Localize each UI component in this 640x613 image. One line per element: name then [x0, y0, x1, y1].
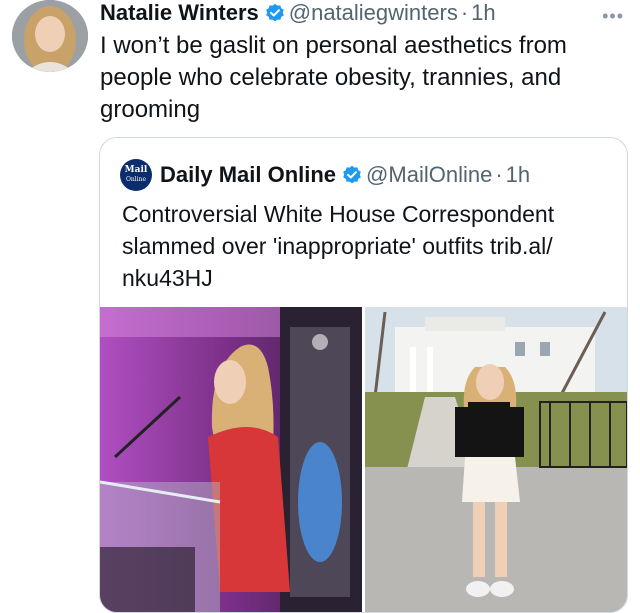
- tweet-time[interactable]: 1h: [471, 0, 495, 26]
- dot-separator: ·: [495, 162, 503, 187]
- podium-photo[interactable]: [100, 307, 362, 612]
- author-name[interactable]: Natalie Winters: [100, 0, 259, 26]
- verified-badge-icon: [265, 3, 285, 23]
- media-grid: [100, 307, 627, 612]
- author-handle[interactable]: @nataliegwinters: [289, 0, 458, 26]
- more-options-icon[interactable]: •••: [602, 6, 624, 27]
- quoted-tweet-time: 1h: [505, 162, 531, 187]
- quoted-author-handle[interactable]: @MailOnline: [366, 162, 492, 188]
- quoted-tweet-text: Controversial White House Correspondent …: [122, 201, 555, 291]
- dot-separator: ·: [460, 0, 469, 25]
- quoted-tweet-header: Mail Online Daily Mail Online @MailOnlin…: [120, 159, 531, 191]
- verified-badge-icon: [342, 165, 362, 185]
- white-house-photo[interactable]: [365, 307, 627, 612]
- daily-mail-logo[interactable]: Mail Online: [120, 159, 152, 191]
- quoted-author-name[interactable]: Daily Mail Online: [160, 162, 336, 188]
- tweet-header: Natalie Winters @nataliegwinters · 1h: [100, 0, 496, 26]
- quoted-tweet-card[interactable]: Mail Online Daily Mail Online @MailOnlin…: [99, 137, 628, 613]
- author-avatar[interactable]: [12, 0, 88, 72]
- tweet-text: I won’t be gaslit on personal aesthetics…: [100, 32, 567, 123]
